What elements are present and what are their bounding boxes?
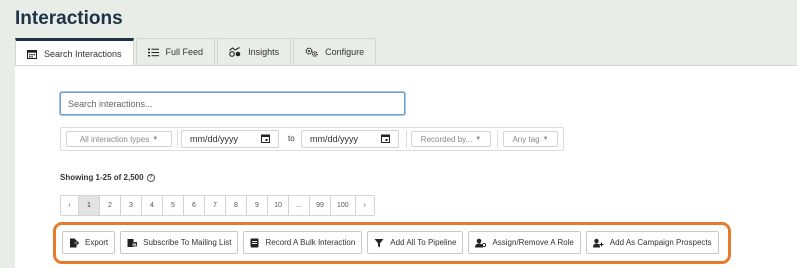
recorded-by-value: Recorded by... [420, 134, 473, 144]
button-label: Record A Bulk Interaction [265, 238, 356, 247]
pagination-next[interactable]: › [355, 196, 374, 215]
interaction-type-select[interactable]: All interaction types ▼ [66, 131, 172, 147]
recorded-by-select[interactable]: Recorded by... ▼ [411, 131, 491, 147]
date-to-input[interactable]: mm/dd/yyyy [301, 130, 399, 148]
button-label: Add All To Pipeline [390, 238, 457, 247]
tab-label: Search Interactions [44, 48, 122, 59]
search-input[interactable] [60, 92, 405, 115]
button-label: Assign/Remove A Role [492, 238, 574, 247]
page-button[interactable]: 99 [310, 196, 331, 215]
add-campaign-prospects-button[interactable]: Add As Campaign Prospects [585, 231, 719, 254]
filter-bar: All interaction types ▼ mm/dd/yyyy to mm/… [60, 127, 564, 151]
chevron-down-icon: ▼ [542, 136, 549, 142]
bulk-actions: Export Subscribe To Mailing List Record … [62, 231, 724, 254]
help-icon[interactable]: ? [146, 173, 155, 182]
subscribe-mailing-list-button[interactable]: Subscribe To Mailing List [120, 231, 239, 254]
export-icon [69, 238, 79, 248]
divider [406, 130, 407, 148]
pagination-prev[interactable]: ‹ [61, 196, 79, 215]
button-label: Subscribe To Mailing List [143, 238, 232, 247]
results-count: Showing 1-25 of 2,500 ? [60, 173, 155, 182]
record-icon [250, 238, 259, 248]
divider [497, 130, 498, 148]
insights-icon [229, 47, 241, 57]
page-button[interactable]: 8 [226, 196, 247, 215]
page-button[interactable]: 100 [331, 196, 356, 215]
date-to-value: mm/dd/yyyy [310, 134, 359, 144]
record-bulk-interaction-button[interactable]: Record A Bulk Interaction [243, 231, 363, 254]
tab-insights[interactable]: Insights [217, 38, 292, 65]
search-panel: All interaction types▼ mm/dd/yyyy to mm/… [15, 65, 797, 268]
chevron-down-icon: ▼ [475, 136, 482, 142]
results-count-text: Showing 1-25 of 2,500 [60, 173, 144, 182]
chevron-down-icon: ▼ [152, 136, 159, 142]
button-label: Add As Campaign Prospects [609, 238, 712, 247]
page-ellipsis: ... [289, 196, 310, 215]
tab-label: Configure [325, 47, 365, 57]
tab-bar: Search Interactions Full Feed Insights C… [15, 38, 378, 66]
page-button[interactable]: 1 [79, 196, 100, 215]
list-icon [147, 48, 159, 57]
tab-full-feed[interactable]: Full Feed [135, 38, 216, 65]
page-button[interactable]: 6 [184, 196, 205, 215]
page-button[interactable]: 10 [268, 196, 289, 215]
page-button[interactable]: 4 [142, 196, 163, 215]
tag-select[interactable]: Any tag ▼ [503, 131, 558, 147]
page-button[interactable]: 5 [163, 196, 184, 215]
add-all-to-pipeline-button[interactable]: Add All To Pipeline [367, 231, 464, 254]
calendar-picker-icon[interactable] [261, 134, 270, 145]
tab-search-interactions[interactable]: Search Interactions [15, 38, 134, 66]
tab-label: Insights [248, 47, 280, 57]
calendar-icon [27, 49, 37, 59]
page-button[interactable]: 7 [205, 196, 226, 215]
date-range-to-label: to [288, 134, 295, 143]
tag-value: Any tag [512, 134, 540, 144]
assign-remove-role-button[interactable]: Assign/Remove A Role [468, 231, 581, 254]
page-title: Interactions [15, 8, 123, 29]
divider [177, 130, 178, 148]
tab-configure[interactable]: Configure [293, 38, 377, 65]
gears-icon [305, 47, 318, 57]
calendar-picker-icon[interactable] [381, 134, 390, 145]
user-role-icon [475, 238, 487, 248]
tab-label: Full Feed [165, 47, 204, 57]
date-from-input[interactable]: mm/dd/yyyy [181, 130, 279, 148]
campaign-icon [592, 238, 604, 248]
page-button[interactable]: 9 [247, 196, 268, 215]
interaction-type-value: All interaction types [79, 134, 150, 144]
page-button[interactable]: 2 [100, 196, 121, 215]
subscribe-icon [127, 238, 138, 248]
funnel-icon [374, 238, 384, 248]
button-label: Export [85, 238, 109, 247]
page-button[interactable]: 3 [121, 196, 142, 215]
date-from-value: mm/dd/yyyy [190, 134, 239, 144]
pagination: ‹ 1 2 3 4 5 6 7 8 9 10 ... 99 100 › [60, 195, 375, 216]
export-button[interactable]: Export [62, 231, 116, 254]
